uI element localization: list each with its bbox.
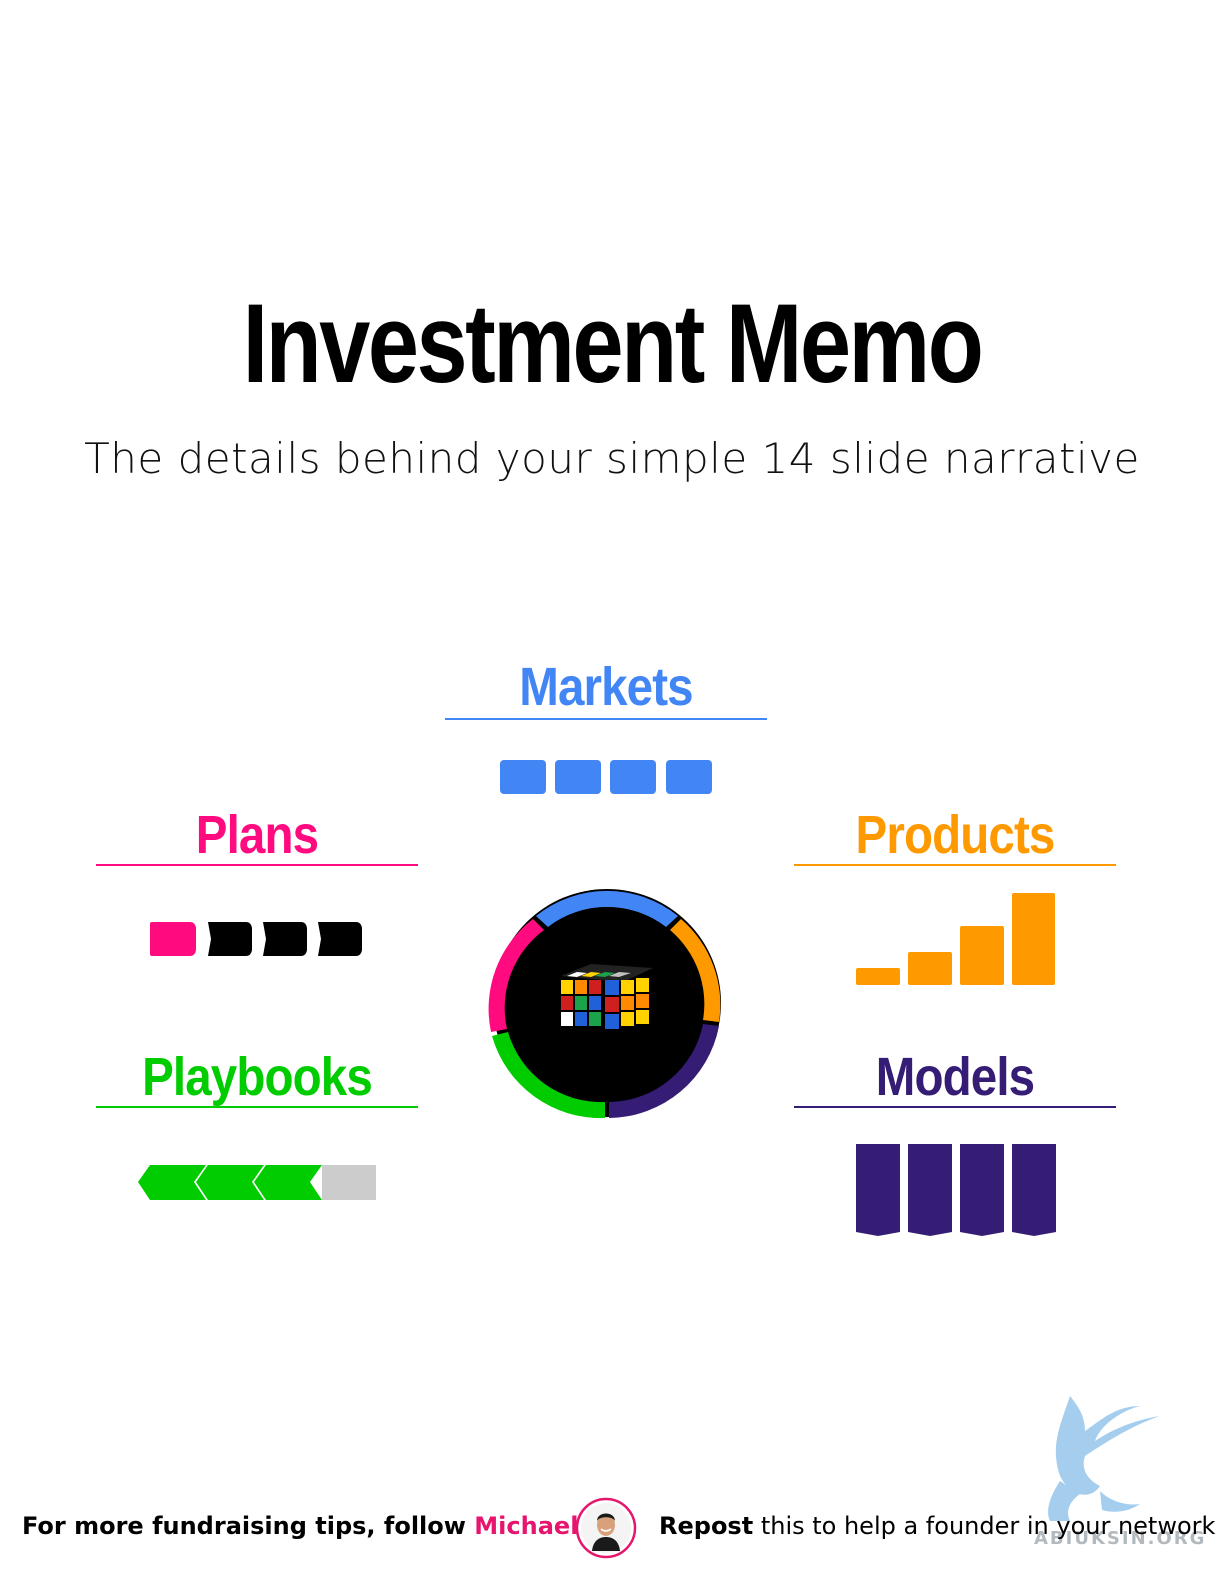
- plans-steps-icon: [150, 922, 362, 956]
- products-bar: [1012, 893, 1055, 985]
- models-banner: [856, 1144, 900, 1236]
- markets-block: [500, 760, 546, 794]
- products-bar: [856, 968, 900, 985]
- plans-step: [208, 922, 252, 956]
- playbooks-remaining: [322, 1165, 376, 1200]
- footer-follow-text: For more fundraising tips, follow Michae…: [22, 1512, 623, 1540]
- models-banners-icon: [856, 1144, 1056, 1236]
- page-subtitle: The details behind your simple 14 slide …: [84, 434, 1140, 483]
- products-bars-icon: [856, 893, 1055, 985]
- avatar[interactable]: [575, 1497, 637, 1559]
- products-section: Products: [794, 808, 1116, 866]
- playbooks-progress-icon: [138, 1165, 376, 1200]
- footer-prefix: For more fundraising tips, follow: [22, 1512, 475, 1540]
- markets-block: [666, 760, 712, 794]
- markets-block: [610, 760, 656, 794]
- footer-repost-rest: this to help a founder in your network: [753, 1512, 1216, 1540]
- plans-label: Plans: [195, 805, 319, 865]
- products-bar: [960, 926, 1004, 985]
- plans-step: [318, 922, 362, 956]
- playbooks-section: Playbooks: [96, 1050, 418, 1108]
- page-title: Investment Memo: [242, 281, 984, 406]
- models-section: Models: [794, 1050, 1116, 1108]
- products-label: Products: [855, 805, 1056, 865]
- plans-step-active: [150, 922, 196, 956]
- footer-repost-text: Repost this to help a founder in your ne…: [659, 1512, 1215, 1540]
- playbooks-step: [196, 1165, 264, 1200]
- playbooks-label: Playbooks: [142, 1047, 373, 1107]
- models-label: Models: [875, 1047, 1035, 1107]
- products-bar: [908, 952, 952, 985]
- playbooks-step: [138, 1165, 206, 1200]
- markets-section: Markets: [445, 657, 767, 794]
- markets-blocks-icon: [445, 720, 767, 794]
- models-banner: [908, 1144, 952, 1236]
- markets-label: Markets: [519, 657, 693, 717]
- footer-repost-bold: Repost: [659, 1512, 754, 1540]
- center-ring: [488, 889, 721, 1119]
- plans-step: [263, 922, 307, 956]
- playbooks-step: [254, 1165, 322, 1200]
- griffin-icon: [1048, 1396, 1160, 1521]
- plans-section: Plans: [96, 808, 418, 866]
- markets-block: [555, 760, 601, 794]
- models-banner: [960, 1144, 1004, 1236]
- models-banner: [1012, 1144, 1056, 1236]
